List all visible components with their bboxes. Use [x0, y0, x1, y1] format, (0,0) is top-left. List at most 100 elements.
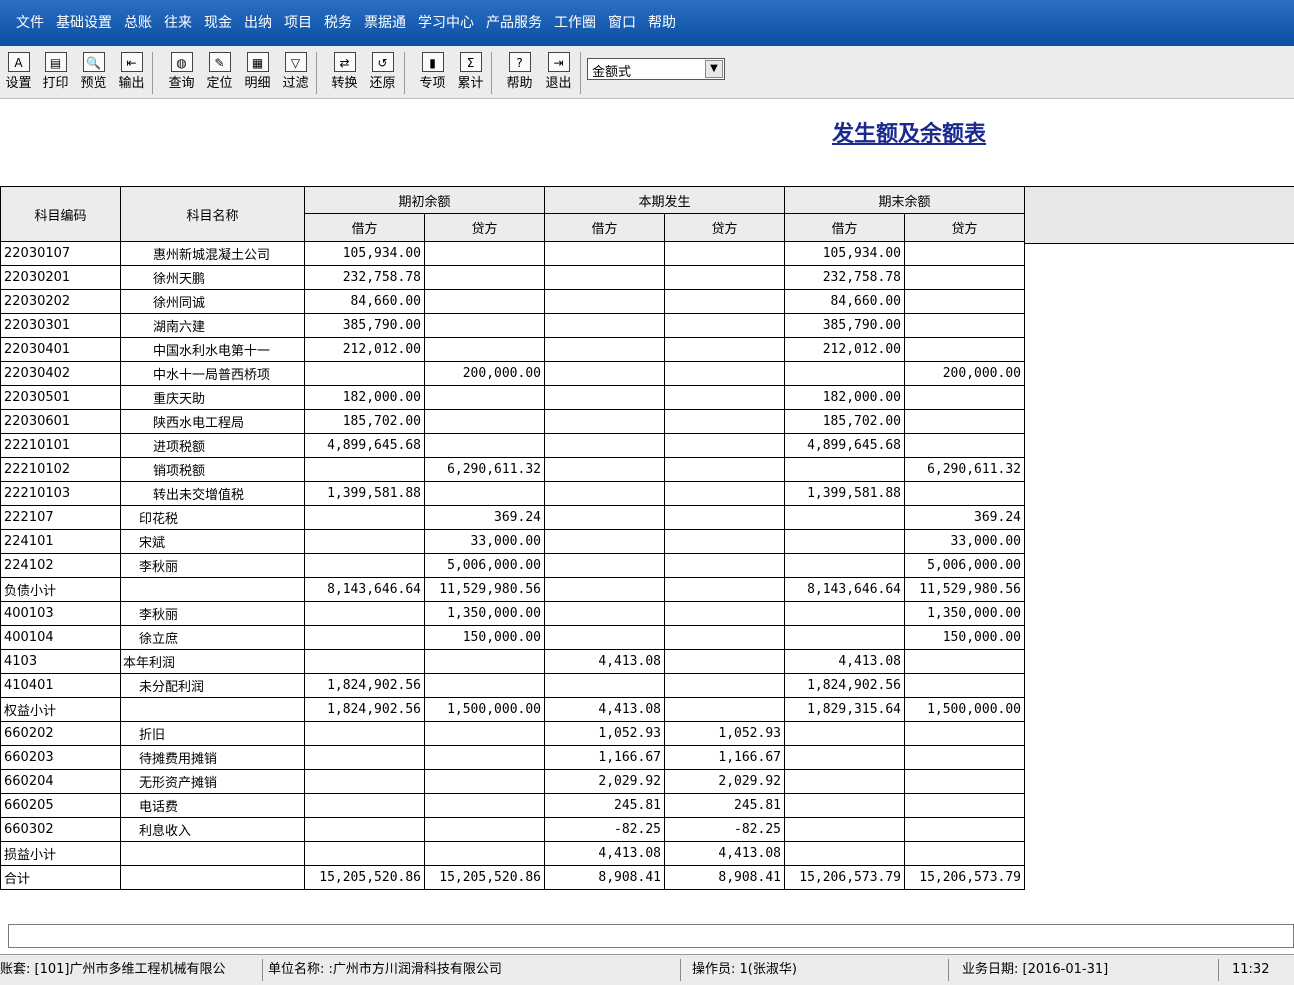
menu-item[interactable]: 学习中心	[412, 0, 480, 46]
cell-amount-oc	[424, 481, 545, 506]
table-row[interactable]: 400103 李秋丽 1,350,000.00 1,350,000.00	[0, 601, 1025, 626]
menu-item[interactable]: 基础设置	[50, 0, 118, 46]
table-row[interactable]: 660203 待摊费用摊销 1,166.67 1,166.67	[0, 745, 1025, 770]
format-select[interactable]: 金额式 ▼	[587, 58, 725, 80]
header-current-debit[interactable]: 借方	[544, 213, 665, 242]
menu-item[interactable]: 项目	[278, 0, 318, 46]
command-input[interactable]	[8, 924, 1294, 948]
menu-item[interactable]: 往来	[158, 0, 198, 46]
header-opening-credit[interactable]: 贷方	[424, 213, 545, 242]
header-name[interactable]: 科目名称	[120, 186, 305, 242]
table-row[interactable]: 22030107 惠州新城混凝土公司 105,934.00 105,934.00	[0, 241, 1025, 266]
filter-icon: ▽	[284, 52, 307, 72]
status-time: 11:32	[1232, 962, 1270, 977]
cell-code: 660202	[0, 721, 121, 746]
table-row[interactable]: 660205 电话费 245.81 245.81	[0, 793, 1025, 818]
header-closing-credit[interactable]: 贷方	[904, 213, 1025, 242]
table-row[interactable]: 224102 李秋丽 5,006,000.00 5,006,000.00	[0, 553, 1025, 578]
table-row[interactable]: 负债小计 8,143,646.64 11,529,980.56 8,143,646.6…	[0, 577, 1025, 602]
toolbar-button-label: 查询	[168, 76, 195, 91]
cell-amount-ec: 150,000.00	[904, 625, 1025, 650]
cell-amount-cc: 245.81	[664, 793, 785, 818]
toolbar-button-6[interactable]: ▦ 明细	[239, 50, 276, 96]
toolbar-button-label: 过滤	[282, 76, 309, 91]
menu-item[interactable]: 税务	[318, 0, 358, 46]
cell-code: 224101	[0, 529, 121, 554]
menu-item[interactable]: 现金	[198, 0, 238, 46]
cell-name: 电话费	[120, 793, 305, 818]
cell-amount-cd	[544, 265, 665, 290]
cell-name	[120, 697, 305, 722]
table-row[interactable]: 660204 无形资产摊销 2,029.92 2,029.92	[0, 769, 1025, 794]
cell-code: 22210103	[0, 481, 121, 506]
table-row[interactable]: 410401 未分配利润 1,824,902.56 1,824,902.56	[0, 673, 1025, 698]
table-row[interactable]: 22030202 徐州同诚 84,660.00 84,660.00	[0, 289, 1025, 314]
table-row[interactable]: 损益小计 4,413.08 4,413.08	[0, 841, 1025, 866]
table-row[interactable]: 400104 徐立庶 150,000.00 150,000.00	[0, 625, 1025, 650]
toolbar-button-4[interactable]: ◍ 查询	[163, 50, 200, 96]
header-code[interactable]: 科目编码	[0, 186, 121, 242]
cell-amount-ed: 84,660.00	[784, 289, 905, 314]
table-row[interactable]: 22030601 陕西水电工程局 185,702.00 185,702.00	[0, 409, 1025, 434]
table-row[interactable]: 合计 15,205,520.86 15,205,520.86 8,908.41 8,90…	[0, 865, 1025, 890]
menu-item[interactable]: 帮助	[642, 0, 682, 46]
cell-amount-ec	[904, 841, 1025, 866]
cell-amount-od: 4,899,645.68	[304, 433, 425, 458]
header-opening-debit[interactable]: 借方	[304, 213, 425, 242]
cell-amount-ec	[904, 337, 1025, 362]
table-row[interactable]: 660202 折旧 1,052.93 1,052.93	[0, 721, 1025, 746]
table-row[interactable]: 4103 本年利润 4,413.08 4,413.08	[0, 649, 1025, 674]
toolbar-button-12[interactable]: ? 帮助	[501, 50, 538, 96]
table-row[interactable]: 22030402 中水十一局普西桥项 200,000.00 200,000.00	[0, 361, 1025, 386]
table-row[interactable]: 22210102 销项税额 6,290,611.32 6,290,611.32	[0, 457, 1025, 482]
chevron-down-icon[interactable]: ▼	[705, 60, 723, 78]
table-row[interactable]: 660302 利息收入 -82.25 -82.25	[0, 817, 1025, 842]
toolbar-button-0[interactable]: A 设置	[0, 50, 37, 96]
table-row[interactable]: 22210101 进项税额 4,899,645.68 4,899,645.68	[0, 433, 1025, 458]
table-row[interactable]: 224101 宋斌 33,000.00 33,000.00	[0, 529, 1025, 554]
cell-code: 660302	[0, 817, 121, 842]
cell-amount-cc	[664, 289, 785, 314]
cell-amount-oc: 33,000.00	[424, 529, 545, 554]
cell-amount-cc	[664, 625, 785, 650]
cell-amount-od	[304, 625, 425, 650]
status-bar: 账套: [101]广州市多维工程机械有限公 单位名称: :广州市方川润滑科技有限…	[0, 954, 1294, 985]
menu-item[interactable]: 产品服务	[480, 0, 548, 46]
toolbar-button-3[interactable]: ⇤ 输出	[113, 50, 150, 96]
table-row[interactable]: 22030501 重庆天助 182,000.00 182,000.00	[0, 385, 1025, 410]
toolbar-button-10[interactable]: ▮ 专项	[414, 50, 451, 96]
toolbar-button-1[interactable]: ▤ 打印	[37, 50, 74, 96]
table-row[interactable]: 22030201 徐州天鹏 232,758.78 232,758.78	[0, 265, 1025, 290]
cell-code: 400103	[0, 601, 121, 626]
menu-item[interactable]: 票据通	[358, 0, 412, 46]
table-row[interactable]: 22030301 湖南六建 385,790.00 385,790.00	[0, 313, 1025, 338]
table-row[interactable]: 222107 印花税 369.24 369.24	[0, 505, 1025, 530]
table-row[interactable]: 22210103 转出未交增值税 1,399,581.88 1,399,581.88	[0, 481, 1025, 506]
toolbar-button-label: 设置	[5, 76, 32, 91]
cell-amount-ed: 4,899,645.68	[784, 433, 905, 458]
cell-name	[120, 865, 305, 890]
menu-item[interactable]: 出纳	[238, 0, 278, 46]
toolbar-button-13[interactable]: ⇥ 退出	[540, 50, 577, 96]
cell-code: 222107	[0, 505, 121, 530]
toolbar-button-11[interactable]: Σ 累计	[452, 50, 489, 96]
table-row[interactable]: 22030401 中国水利水电第十一 212,012.00 212,012.00	[0, 337, 1025, 362]
header-current-credit[interactable]: 贷方	[664, 213, 785, 242]
header-closing-debit[interactable]: 借方	[784, 213, 905, 242]
menu-item[interactable]: 总账	[118, 0, 158, 46]
toolbar-button-5[interactable]: ✎ 定位	[201, 50, 238, 96]
toolbar-button-label: 定位	[206, 76, 233, 91]
cell-amount-ec	[904, 289, 1025, 314]
cell-amount-od	[304, 505, 425, 530]
toolbar-button-8[interactable]: ⇄ 转换	[326, 50, 363, 96]
cell-amount-ed	[784, 625, 905, 650]
toolbar-button-7[interactable]: ▽ 过滤	[277, 50, 314, 96]
cell-amount-cd: 4,413.08	[544, 697, 665, 722]
table-row[interactable]: 权益小计 1,824,902.56 1,500,000.00 4,413.08 1,82…	[0, 697, 1025, 722]
menu-item[interactable]: 工作圈	[548, 0, 602, 46]
toolbar-button-9[interactable]: ↺ 还原	[364, 50, 401, 96]
menu-item[interactable]: 窗口	[602, 0, 642, 46]
cell-code: 负债小计	[0, 577, 121, 602]
menu-item[interactable]: 文件	[0, 0, 50, 46]
toolbar-button-2[interactable]: 🔍 预览	[75, 50, 112, 96]
